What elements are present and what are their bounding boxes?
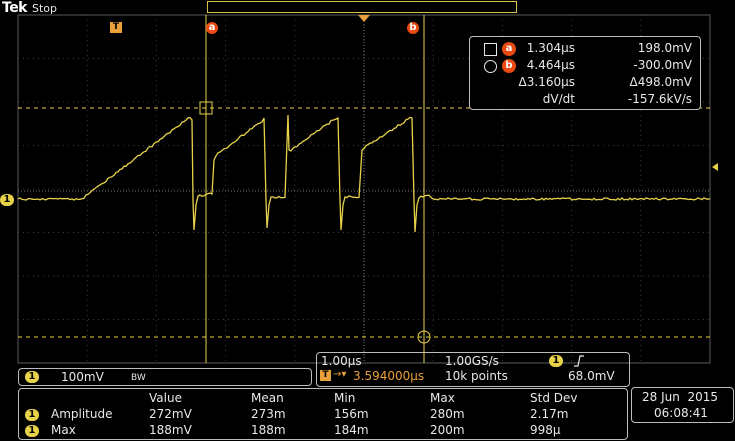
cursor-b-value: -300.0mV — [633, 58, 692, 72]
col-header-std-dev: Std Dev — [530, 391, 577, 405]
trigger-source-badge: 1 — [549, 355, 563, 367]
col-header-max: Max — [430, 391, 455, 405]
row-1-name: Amplitude — [51, 407, 113, 421]
square-icon — [484, 43, 497, 56]
cursor-slope-row: dV/dt -157.6kV/s — [470, 92, 700, 108]
cursor-a-row: a 1.304µs 198.0mV — [470, 41, 700, 57]
cursor-a-time: 1.304µs — [527, 41, 575, 55]
channel-1-scale: 100mV — [61, 370, 104, 384]
sample-rate: 1.00GS/s — [445, 354, 499, 368]
cursor-b-row: b 4.464µs -300.0mV — [470, 58, 700, 74]
cursor-delta-row: Δ3.160µs Δ498.0mV — [470, 75, 700, 91]
cursor-readout-panel: a 1.304µs 198.0mV b 4.464µs -300.0mV Δ3.… — [469, 36, 701, 110]
trigger-point-marker — [358, 15, 370, 22]
trigger-delay: 3.594000µs — [353, 369, 424, 383]
row-1-max: 280m — [430, 407, 465, 421]
time-label: 06:08:41 — [654, 406, 708, 420]
row-2-channel-badge: 1 — [25, 425, 39, 437]
col-header-min: Min — [334, 391, 355, 405]
bandwidth-limit-indicator: BW — [131, 373, 146, 383]
row-1-mean: 273m — [251, 407, 286, 421]
cursor-a-badge: a — [502, 42, 516, 56]
horizontal-trigger-info[interactable]: 1.00µs 1.00GS/s 1 T →▾ 3.594000µs 10k po… — [316, 352, 630, 387]
row-2-min: 184m — [334, 423, 369, 437]
row-1-channel-badge: 1 — [25, 409, 39, 421]
trigger-level: 68.0mV — [568, 369, 615, 383]
cursor-b-tag[interactable]: b — [407, 22, 419, 34]
cursor-a-tag[interactable]: a — [206, 22, 218, 34]
record-length: 10k points — [445, 369, 508, 383]
delta-value: Δ498.0mV — [630, 75, 692, 89]
channel-1-info[interactable]: 1 100mV BW — [18, 368, 312, 386]
date-time-display: 28 Jun 2015 06:08:41 — [631, 387, 734, 423]
time-per-division: 1.00µs — [321, 354, 362, 368]
rising-edge-icon — [573, 355, 585, 367]
row-2-name: Max — [51, 423, 76, 437]
row-2-max: 200m — [430, 423, 465, 437]
circle-icon — [484, 60, 497, 73]
slope-label: dV/dt — [543, 92, 575, 106]
cursor-a-value: 198.0mV — [638, 41, 692, 55]
slope-value: -157.6kV/s — [628, 92, 692, 106]
row-1-value: 272mV — [149, 407, 192, 421]
col-header-value: Value — [149, 391, 182, 405]
col-header-mean: Mean — [251, 391, 284, 405]
row-2-value: 188mV — [149, 423, 192, 437]
row-1-std-dev: 2.17m — [530, 407, 568, 421]
trigger-position-marker[interactable]: T — [110, 22, 122, 33]
cursor-b-badge: b — [502, 59, 516, 73]
trigger-position-tag: T — [320, 370, 331, 381]
trigger-level-marker — [712, 163, 718, 171]
trigger-delay-arrow-icon: →▾ — [333, 369, 346, 380]
delta-time: Δ3.160µs — [519, 75, 575, 89]
cursor-b-time: 4.464µs — [527, 58, 575, 72]
measurement-table[interactable]: Value Mean Min Max Std Dev 1 Amplitude 2… — [18, 388, 628, 440]
date-label: 28 Jun 2015 — [642, 390, 718, 404]
channel-1-badge: 1 — [25, 371, 39, 383]
row-2-mean: 188m — [251, 423, 286, 437]
row-1-min: 156m — [334, 407, 369, 421]
channel-1-ground-marker[interactable]: 1 — [0, 194, 14, 206]
row-2-std-dev: 998µ — [530, 423, 561, 437]
